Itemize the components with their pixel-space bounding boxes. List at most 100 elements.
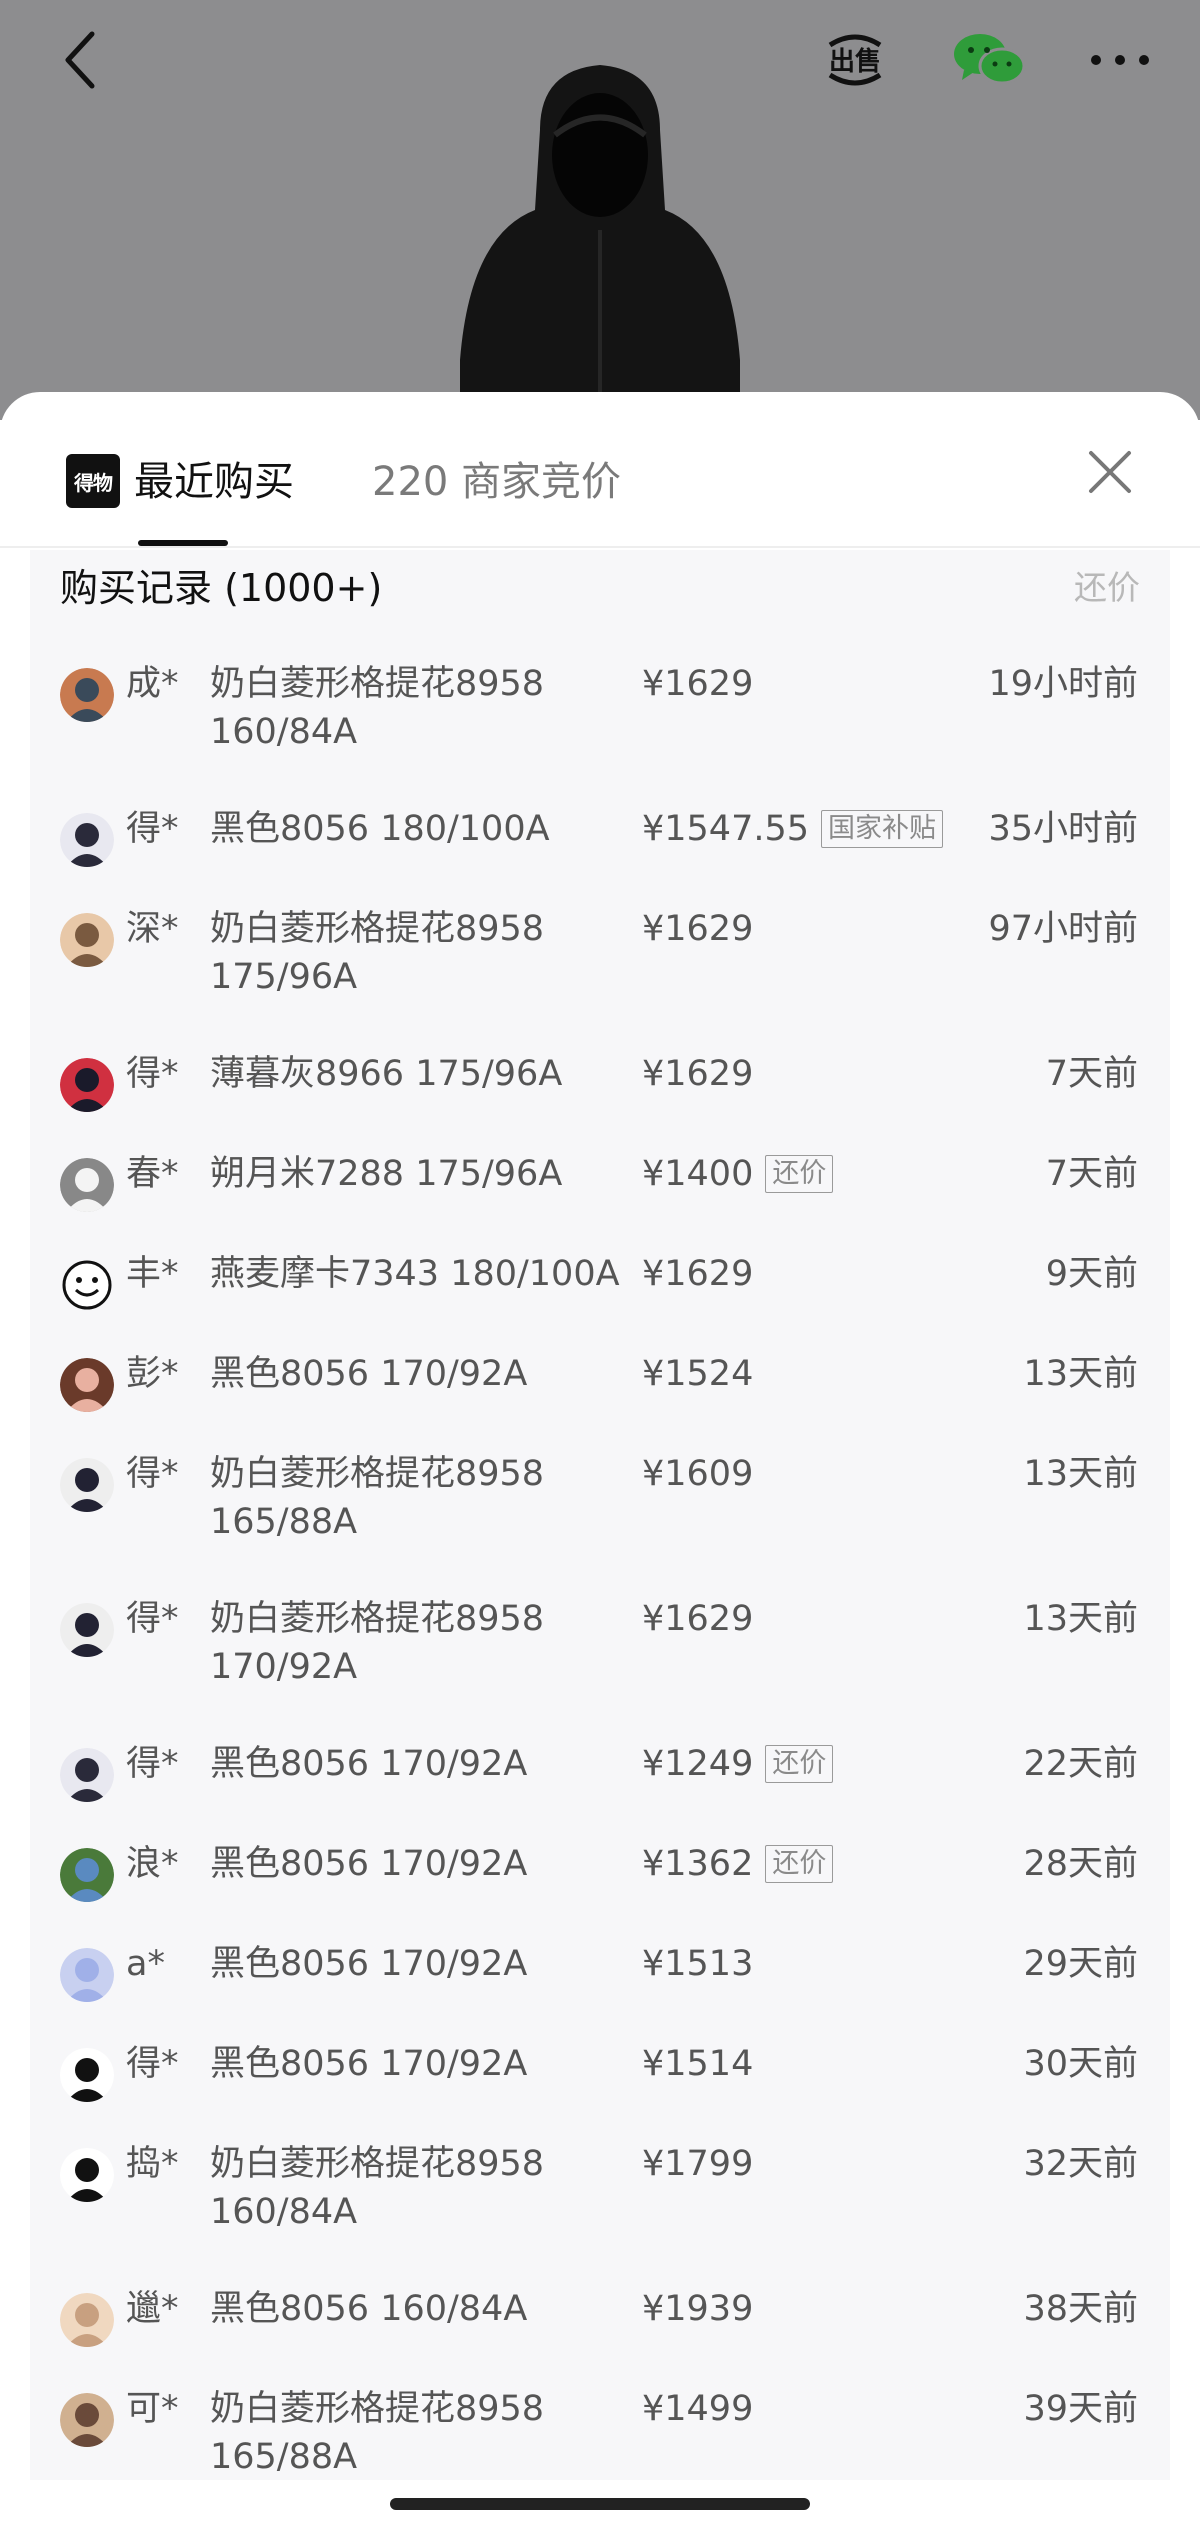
dewu-logo-icon: 得物 xyxy=(66,454,120,508)
user-avatar xyxy=(60,1948,114,2002)
user-avatar xyxy=(60,913,114,967)
purchase-time: 7天前 xyxy=(1045,1154,1138,1194)
price-value: ¥1799 xyxy=(642,2144,754,2184)
price-value: ¥1629 xyxy=(642,1054,754,1094)
product-spec: 黑色8056 170/92A xyxy=(210,1354,528,1394)
purchase-record-row: 捣* 奶白菱形格提花8958 160/84A ¥1799 32天前 xyxy=(30,2140,1170,2240)
purchase-time: 30天前 xyxy=(1023,2044,1138,2084)
purchase-record-row: 得* 黑色8056 170/92A ¥1514 30天前 xyxy=(30,2040,1170,2140)
user-avatar xyxy=(60,1848,114,1902)
price-cell: ¥1249 还价 xyxy=(642,1740,834,1788)
price-value: ¥1939 xyxy=(642,2289,754,2329)
product-spec: 奶白菱形格提花8958 170/92A xyxy=(210,1599,545,1687)
more-options-icon[interactable] xyxy=(1080,20,1160,100)
purchase-record-row: 得* 奶白菱形格提花8958 165/88A ¥1609 13天前 xyxy=(30,1450,1170,1550)
buyer-name: 可* xyxy=(126,2389,179,2429)
price-cell: ¥1629 xyxy=(642,1250,753,1298)
product-spec: 朔月米7288 175/96A xyxy=(210,1154,563,1194)
price-value: ¥1362 xyxy=(642,1844,754,1884)
close-icon[interactable] xyxy=(1080,442,1140,502)
price-tag-badge: 还价 xyxy=(765,1745,834,1783)
price-cell: ¥1499 xyxy=(642,2385,753,2433)
sheet-header: 得物 最近购买 220 商家竞价 xyxy=(0,392,1200,548)
purchase-time: 7天前 xyxy=(1045,1054,1138,1094)
price-tag-badge: 还价 xyxy=(765,1845,834,1883)
bargain-link[interactable]: 还价 xyxy=(1074,550,1140,626)
purchase-record-row: 丰* 燕麦摩卡7343 180/100A ¥1629 9天前 xyxy=(30,1250,1170,1350)
purchase-time: 19小时前 xyxy=(988,664,1138,704)
user-avatar xyxy=(60,1358,114,1412)
price-value: ¥1547.55 xyxy=(642,809,810,849)
price-cell: ¥1400 还价 xyxy=(642,1150,834,1198)
svg-text:出售: 出售 xyxy=(829,46,881,77)
active-tab-indicator xyxy=(138,540,228,546)
buyer-name: 得* xyxy=(126,1054,179,1094)
purchase-time: 13天前 xyxy=(1023,1354,1138,1394)
price-cell: ¥1629 xyxy=(642,1050,753,1098)
user-avatar xyxy=(60,2148,114,2202)
price-tag-badge: 还价 xyxy=(765,1155,834,1193)
product-spec: 薄暮灰8966 175/96A xyxy=(210,1054,563,1094)
purchase-record-row: 浪* 黑色8056 170/92A ¥1362 还价 28天前 xyxy=(30,1840,1170,1940)
back-icon[interactable] xyxy=(50,20,110,100)
purchase-sheet: 得物 最近购买 220 商家竞价 购买记录 (1000+) 还价 成* 奶白菱形格… xyxy=(0,392,1200,2529)
purchase-time: 32天前 xyxy=(1023,2144,1138,2184)
product-spec: 奶白菱形格提花8958 160/84A xyxy=(210,2144,545,2232)
product-spec: 黑色8056 170/92A xyxy=(210,1944,528,1984)
purchase-record-row: 可* 奶白菱形格提花8958 165/88A ¥1499 39天前 xyxy=(30,2385,1170,2480)
purchase-record-row: 成* 奶白菱形格提花8958 160/84A ¥1629 19小时前 xyxy=(30,660,1170,760)
purchase-time: 13天前 xyxy=(1023,1599,1138,1639)
price-cell: ¥1939 xyxy=(642,2285,753,2333)
buyer-name: 彭* xyxy=(126,1354,179,1394)
price-value: ¥1499 xyxy=(642,2389,754,2429)
price-value: ¥1629 xyxy=(642,909,754,949)
product-jacket-image xyxy=(460,65,740,420)
price-value: ¥1524 xyxy=(642,1354,754,1394)
user-avatar xyxy=(60,1058,114,1112)
user-avatar xyxy=(60,1603,114,1657)
price-value: ¥1609 xyxy=(642,1454,754,1494)
purchase-time: 29天前 xyxy=(1023,1944,1138,1984)
buyer-name: 丰* xyxy=(126,1254,179,1294)
price-value: ¥1629 xyxy=(642,1599,754,1639)
wechat-share-icon[interactable] xyxy=(945,20,1035,100)
tab-recent-purchases[interactable]: 最近购买 xyxy=(134,452,294,512)
purchase-record-row: 得* 薄暮灰8966 175/96A ¥1629 7天前 xyxy=(30,1050,1170,1150)
price-cell: ¥1629 xyxy=(642,660,753,708)
purchase-record-row: 深* 奶白菱形格提花8958 175/96A ¥1629 97小时前 xyxy=(30,905,1170,1005)
price-tag-badge: 国家补贴 xyxy=(821,810,944,848)
home-indicator[interactable] xyxy=(390,2498,810,2510)
buyer-name: 得* xyxy=(126,1454,179,1494)
price-cell: ¥1629 xyxy=(642,905,753,953)
tab-merchant-bids[interactable]: 220 商家竞价 xyxy=(372,452,621,512)
purchase-record-row: a* 黑色8056 170/92A ¥1513 29天前 xyxy=(30,1940,1170,2040)
price-cell: ¥1513 xyxy=(642,1940,753,1988)
price-value: ¥1513 xyxy=(642,1944,754,1984)
purchase-time: 13天前 xyxy=(1023,1454,1138,1494)
purchase-time: 9天前 xyxy=(1045,1254,1138,1294)
product-spec: 黑色8056 180/100A xyxy=(210,809,550,849)
price-cell: ¥1362 还价 xyxy=(642,1840,834,1888)
price-value: ¥1629 xyxy=(642,664,754,704)
buyer-name: a* xyxy=(126,1944,165,1984)
product-spec: 黑色8056 170/92A xyxy=(210,1844,528,1884)
buyer-name: 邋* xyxy=(126,2289,179,2329)
product-spec: 奶白菱形格提花8958 160/84A xyxy=(210,664,545,752)
product-spec: 黑色8056 160/84A xyxy=(210,2289,528,2329)
sell-icon[interactable]: 出售 xyxy=(810,20,900,100)
price-value: ¥1400 xyxy=(642,1154,754,1194)
price-value: ¥1629 xyxy=(642,1254,754,1294)
product-spec: 黑色8056 170/92A xyxy=(210,1744,528,1784)
purchase-record-row: 邋* 黑色8056 160/84A ¥1939 38天前 xyxy=(30,2285,1170,2385)
user-avatar xyxy=(60,2048,114,2102)
purchase-records-panel[interactable]: 购买记录 (1000+) 还价 成* 奶白菱形格提花8958 160/84A ¥16… xyxy=(30,550,1170,2480)
buyer-name: 浪* xyxy=(126,1844,179,1884)
user-avatar xyxy=(60,1458,114,1512)
buyer-name: 捣* xyxy=(126,2144,179,2184)
product-spec: 奶白菱形格提花8958 175/96A xyxy=(210,909,545,997)
buyer-name: 得* xyxy=(126,1599,179,1639)
product-spec: 奶白菱形格提花8958 165/88A xyxy=(210,2389,545,2477)
price-cell: ¥1547.55 国家补贴 xyxy=(642,805,944,853)
purchase-record-row: 春* 朔月米7288 175/96A ¥1400 还价 7天前 xyxy=(30,1150,1170,1250)
buyer-name: 得* xyxy=(126,1744,179,1784)
